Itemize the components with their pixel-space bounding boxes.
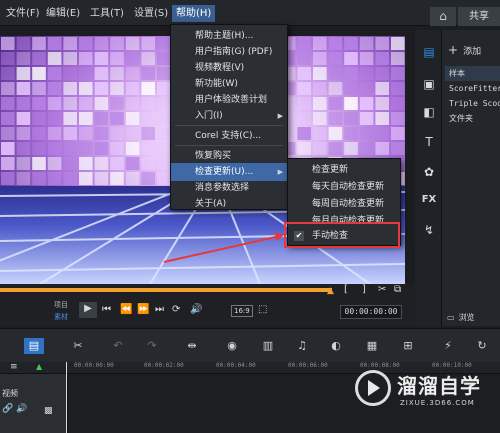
media-library-icon[interactable]: ▤: [419, 42, 439, 62]
library-item[interactable]: Triple Scoop: [445, 96, 500, 111]
tab-share[interactable]: 共享: [458, 7, 500, 26]
audio-mixer-icon[interactable]: ▥: [258, 338, 278, 354]
record-capture-icon[interactable]: ◉: [222, 338, 242, 354]
menu-item-getting-started[interactable]: 入门(I) ▶: [171, 107, 287, 125]
help-menu: 帮助主题(H)... 用户指南(G) (PDF) 视频教程(V) 新功能(W) …: [170, 24, 288, 210]
ripple-edit-icon[interactable]: ▩: [44, 406, 53, 416]
fit-icon[interactable]: ⇹: [182, 338, 202, 354]
menu-tools[interactable]: 工具(T): [86, 5, 128, 22]
track-manager-icon[interactable]: ≡: [10, 360, 18, 374]
browse-label: 浏览: [458, 313, 475, 322]
library-tool-strip: ▤ ▣ ◧ T ✿ FX ↯: [415, 30, 442, 326]
add-marker-icon[interactable]: ▲: [36, 360, 42, 374]
previous-frame-icon[interactable]: ⏪: [120, 303, 132, 317]
auto-music-icon[interactable]: ♫: [292, 338, 312, 354]
add-label: 添加: [463, 47, 482, 57]
watermark-subtitle: ZIXUE.3D66.COM: [400, 399, 475, 407]
watermark-title: 溜溜自学: [397, 374, 481, 398]
menu-bar: 文件(F) 编辑(E) 工具(T) 设置(S) 帮助(H) ⌂ 共享: [0, 0, 500, 26]
crop-icon[interactable]: ⬚: [258, 303, 267, 317]
ruler-label: 00:00:02:00: [144, 362, 184, 369]
menu-settings[interactable]: 设置(S): [130, 5, 172, 22]
library-item[interactable]: ScoreFitter: [445, 81, 500, 96]
mark-in-icon[interactable]: [: [344, 283, 348, 297]
menu-separator: [175, 125, 283, 126]
multicam-icon[interactable]: ⊞: [398, 338, 418, 354]
split-icon[interactable]: ✂: [378, 283, 386, 297]
menu-item-check-weekly[interactable]: 每周自动检查更新: [288, 195, 400, 213]
tools-icon[interactable]: ✂: [68, 338, 88, 354]
menu-edit[interactable]: 编辑(E): [42, 5, 84, 22]
instant-project-icon[interactable]: ▣: [419, 74, 439, 94]
enlarge-icon[interactable]: ⧉: [394, 283, 401, 297]
submenu-arrow-icon: ▶: [277, 112, 283, 120]
clip-mode-label[interactable]: 素材: [54, 312, 68, 322]
fx-icon[interactable]: FX: [419, 190, 439, 210]
browse-button[interactable]: ▭ 浏览: [447, 312, 475, 324]
ruler-label: 00:00:00:00: [74, 362, 114, 369]
subtitle-editor-icon[interactable]: ▦: [362, 338, 382, 354]
menu-file[interactable]: 文件(F): [2, 5, 44, 22]
menu-item-getting-started-label: 入门(I): [195, 111, 223, 121]
folder-icon: ▭: [447, 313, 455, 322]
track-name: 视频: [2, 389, 18, 398]
highlight-box: [284, 222, 400, 248]
annotation-arrow-icon: [163, 232, 284, 263]
watermark-play-icon: [368, 380, 380, 396]
menu-item-check-updates-label: 检查更新(U)...: [195, 167, 254, 177]
menu-item-check-now[interactable]: 检查更新: [288, 161, 400, 179]
menu-item-corel-support[interactable]: Corel 支持(C)...: [171, 127, 287, 145]
storyboard-view-icon[interactable]: ▤: [24, 338, 44, 354]
menu-separator: [175, 145, 283, 146]
menu-item-about[interactable]: 关于(A): [171, 195, 287, 213]
track-mute-icon[interactable]: 🔗 🔊: [2, 404, 27, 414]
ruler-label: 00:00:06:00: [288, 362, 328, 369]
plus-icon: +: [448, 43, 459, 57]
redo-icon[interactable]: ↷: [142, 338, 162, 354]
playhead[interactable]: [66, 362, 67, 433]
add-button[interactable]: + 添加: [448, 42, 481, 58]
library-item[interactable]: 样本: [445, 66, 500, 81]
graphics-icon[interactable]: ✿: [419, 162, 439, 182]
library-item[interactable]: 文件夹: [445, 111, 500, 126]
title-icon[interactable]: T: [419, 132, 439, 152]
scrubber-handle-icon[interactable]: ▲: [327, 284, 334, 298]
undo-icon[interactable]: ↶: [108, 338, 128, 354]
motion-tracking-icon[interactable]: ◐: [326, 338, 346, 354]
time-remap-icon[interactable]: ⚡: [438, 338, 458, 354]
ruler-label: 00:00:04:00: [216, 362, 256, 369]
path-icon[interactable]: ↯: [419, 220, 439, 240]
next-frame-icon[interactable]: ⏩: [137, 303, 149, 317]
transition-icon[interactable]: ◧: [419, 102, 439, 122]
watermark: 溜溜自学 ZIXUE.3D66.COM: [355, 368, 500, 418]
end-icon[interactable]: ⏭: [155, 303, 164, 317]
volume-icon[interactable]: 🔊: [190, 303, 202, 317]
timecode-display[interactable]: 00:00:00:00: [340, 305, 402, 319]
menu-item-check-daily[interactable]: 每天自动检查更新: [288, 178, 400, 196]
play-icon[interactable]: ▶: [79, 302, 97, 318]
repeat-icon[interactable]: ⟳: [172, 303, 180, 317]
mark-out-icon[interactable]: ]: [362, 283, 366, 297]
menu-help[interactable]: 帮助(H): [172, 5, 216, 22]
project-mode-label[interactable]: 项目: [54, 300, 68, 310]
aspect-ratio-button[interactable]: 16:9: [231, 305, 253, 317]
reverse-icon[interactable]: ↻: [472, 338, 492, 354]
track-header: 视频 🔗 🔊 ▩: [0, 374, 68, 433]
scrubber-bar[interactable]: [0, 288, 332, 292]
library-list: 样本 ScoreFitter Triple Scoop 文件夹: [445, 66, 500, 126]
home-start-icon[interactable]: ⏮: [102, 303, 111, 317]
home-icon[interactable]: ⌂: [430, 7, 456, 26]
